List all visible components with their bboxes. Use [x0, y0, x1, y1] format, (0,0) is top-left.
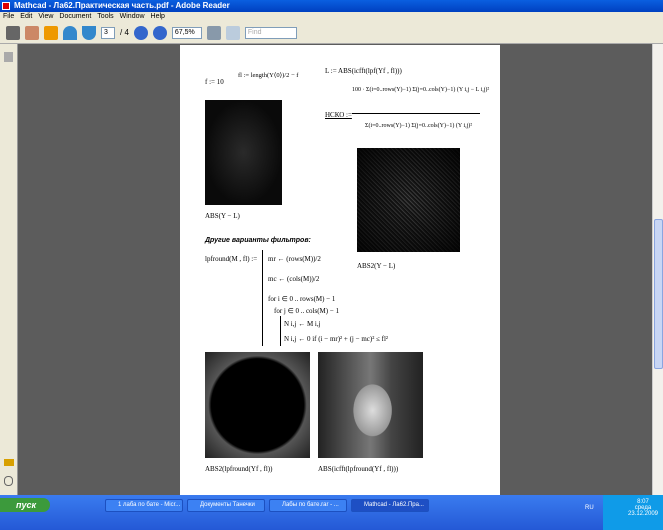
language-indicator[interactable]: RU: [585, 505, 594, 511]
zoom-out-icon[interactable]: [133, 25, 148, 40]
prog-line-for-j: for j ∈ 0 .. cols(M) − 1: [274, 307, 340, 315]
ncko-numerator: 100 · Σ(i=0..rows(Y)−1) Σ(j=0..cols(Y)−1…: [352, 87, 490, 93]
print-icon[interactable]: [6, 25, 20, 40]
vertical-scrollbar[interactable]: [652, 44, 663, 495]
image-abs-y-minus-l: [205, 100, 282, 205]
image-lpfround-photo: [318, 352, 423, 458]
task-rar[interactable]: Лабы по бате.rar - ...: [269, 499, 347, 512]
fit-page-icon[interactable]: [206, 25, 221, 40]
caption-abs2: ABS2(Y − L): [357, 262, 396, 270]
caption-abs: ABS(Y − L): [205, 212, 240, 220]
menu-tools[interactable]: Tools: [97, 13, 113, 20]
fraction-bar: [352, 113, 480, 114]
prev-page-icon[interactable]: [63, 25, 77, 40]
menu-file[interactable]: File: [3, 13, 14, 20]
page-number-input[interactable]: 3: [101, 26, 115, 39]
inner-program-bar: [280, 316, 281, 346]
prog-line-mc: mc ← (cols(M))/2: [268, 275, 320, 283]
menu-edit[interactable]: Edit: [20, 13, 32, 20]
ncko-label: НСКО :=: [325, 111, 352, 119]
system-tray: 8:07 среда 23.12.2009: [603, 495, 663, 530]
image-lpfround-abs2: [205, 352, 310, 458]
prog-line-mr: mr ← (rows(M))/2: [268, 255, 321, 263]
image-abs2-y-minus-l: [357, 148, 460, 252]
menu-view[interactable]: View: [38, 13, 53, 20]
lpfround-definition: lpfround(M , fl) :=: [205, 255, 258, 263]
pages-icon[interactable]: [4, 52, 13, 62]
section-heading: Другие варианты фильтров:: [205, 237, 311, 244]
f-definition: f := 10: [205, 78, 224, 86]
ncko-denominator: Σ(i=0..rows(Y)−1) Σ(j=0..cols(Y)−1) (Y i…: [365, 123, 473, 129]
menu-document[interactable]: Document: [59, 13, 91, 20]
menu-help[interactable]: Help: [151, 13, 165, 20]
taskbar: пуск 1 лаба по бате - Micr... Документы …: [0, 495, 663, 530]
caption-lpfround-photo: ABS(icfft(lpfround(Yf , fl))): [318, 465, 399, 473]
prog-line-assign: N i,j ← M i,j: [284, 320, 321, 328]
fit-width-icon[interactable]: [225, 25, 240, 40]
toolbar: 3 / 4 67,5% Find: [0, 22, 663, 44]
pdf-page: f := 10 fl := length(Y⟨0⟩)/2 − f L := AB…: [180, 45, 500, 495]
task-adobe-reader[interactable]: Mathcad - Ла62.Пра...: [351, 499, 429, 512]
program-bar: [262, 250, 263, 346]
scrollbar-thumb[interactable]: [654, 219, 663, 369]
find-input[interactable]: Find: [244, 26, 297, 39]
pdf-icon: [2, 2, 10, 10]
task-folder[interactable]: Документы Танечки: [187, 499, 265, 512]
prog-line-for-i: for i ∈ 0 .. rows(M) − 1: [268, 295, 336, 303]
zoom-in-icon[interactable]: [152, 25, 167, 40]
page-total: / 4: [120, 28, 129, 37]
menu-window[interactable]: Window: [120, 13, 145, 20]
search-doc-icon[interactable]: [44, 25, 58, 40]
window-title: Mathcad - Ла62.Практическая часть.pdf - …: [14, 1, 230, 10]
comment-icon[interactable]: [4, 459, 14, 466]
clock-date: 23.12.2009: [627, 511, 659, 517]
attachment-icon[interactable]: [4, 476, 13, 486]
caption-lpfround-abs2: ABS2(lpfround(Yf , fl)): [205, 465, 273, 473]
menu-bar: File Edit View Document Tools Window Help: [0, 12, 663, 22]
navigation-panel: [0, 44, 18, 495]
zoom-input[interactable]: 67,5%: [171, 26, 202, 39]
next-page-icon[interactable]: [82, 25, 96, 40]
start-button[interactable]: пуск: [0, 498, 50, 512]
fl-definition: fl := length(Y⟨0⟩)/2 − f: [238, 72, 299, 79]
prog-line-if: N i,j ← 0 if (i − mr)² + (j − mc)² ≤ fl²: [284, 335, 389, 343]
email-icon[interactable]: [25, 25, 39, 40]
title-bar: Mathcad - Ла62.Практическая часть.pdf - …: [0, 0, 663, 12]
L-definition: L := ABS(icfft(lpf(Yf , fl))): [325, 67, 402, 75]
task-word[interactable]: 1 лаба по бате - Micr...: [105, 499, 183, 512]
